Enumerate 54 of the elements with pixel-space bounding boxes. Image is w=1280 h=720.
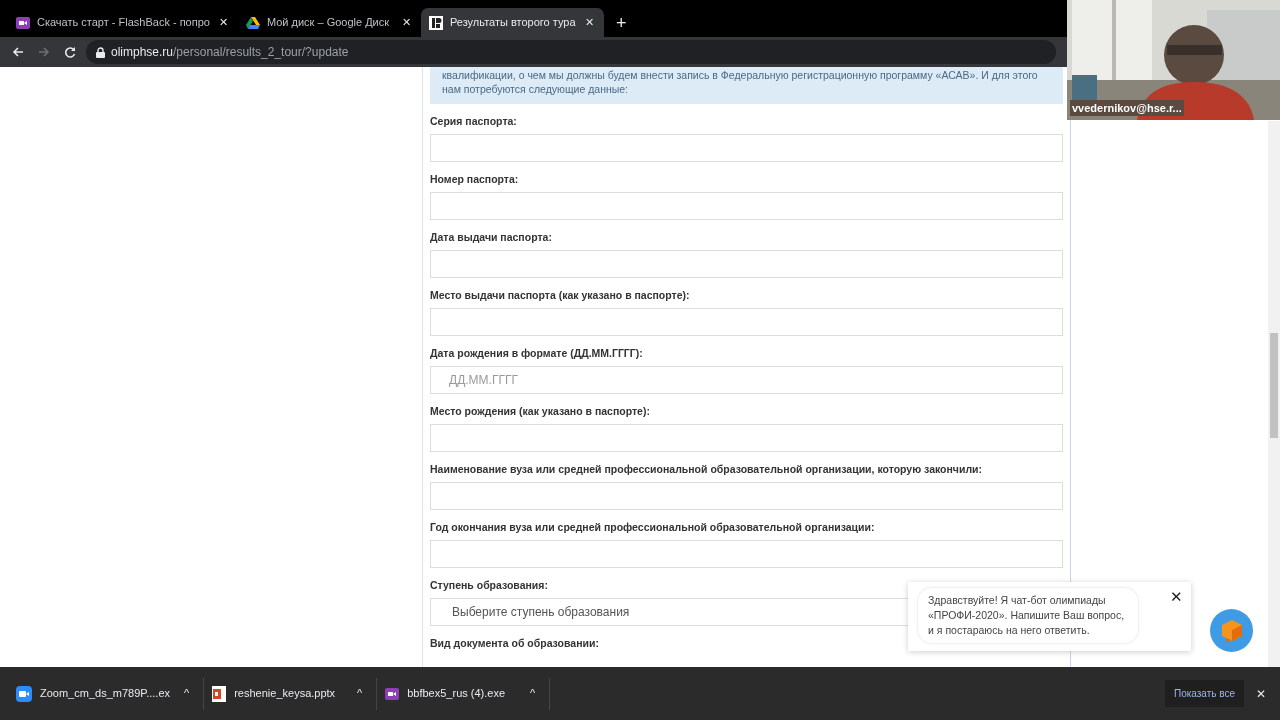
input-field[interactable] — [430, 134, 1063, 162]
field-label: Наименование вуза или средней профессиональной образовательной организации, которую закончили: — [430, 462, 983, 476]
input-field[interactable] — [430, 250, 1063, 278]
caret-button[interactable]: ^ — [524, 684, 542, 703]
input-field[interactable] — [430, 192, 1063, 220]
forward-arrow-icon — [38, 46, 50, 58]
field-label: Номер паспорта: — [430, 172, 519, 186]
address-bar[interactable]: olimphse.ru/personal/results_2_tour/?update — [86, 40, 1056, 64]
input-field[interactable] — [430, 424, 1063, 452]
field-label: Ступень образования: — [430, 578, 548, 592]
download-item[interactable]: Zoom_cm_ds_m789P....ex ^ — [8, 677, 205, 710]
close-button[interactable]: ✕ — [1250, 683, 1272, 704]
field-label: Дата рождения в формате (ДД.ММ.ГГГГ): — [430, 346, 643, 360]
logo-icon — [428, 15, 443, 30]
input-field[interactable]: ДД.ММ.ГГГГ — [430, 366, 1063, 394]
triangle-icon — [245, 16, 260, 29]
file-name: bbfbex5_rus (4).exe — [407, 686, 507, 702]
file-name: reshenie_keysa.pptx — [234, 686, 337, 702]
close-button[interactable]: ✕ — [1170, 586, 1183, 609]
video-camera-icon — [16, 16, 30, 29]
field-label: Год окончания вуза или средней профессиональной образовательной организации: — [430, 520, 875, 534]
caret-button[interactable]: ^ — [351, 684, 369, 703]
reload-icon — [64, 46, 76, 58]
download-item[interactable]: bbfbex5_rus (4).exe ^ — [377, 677, 551, 710]
input-field[interactable] — [430, 308, 1063, 336]
input-field[interactable] — [430, 540, 1063, 568]
scrollbar[interactable] — [1268, 121, 1280, 667]
tab-title: Скачать старт - FlashBack - попро — [37, 15, 210, 31]
tab-title: Результаты второго тура — [449, 15, 576, 31]
chat-button[interactable] — [1210, 609, 1253, 652]
back-arrow-icon — [12, 46, 24, 58]
caret-button[interactable]: ^ — [178, 684, 196, 703]
video-camera-icon — [16, 685, 32, 702]
file-name: Zoom_cm_ds_m789P....ex — [40, 686, 171, 702]
field-label: Место рождения (как указано в паспорте): — [430, 404, 650, 418]
browser-tab[interactable]: Скачать старт - FlashBack - попро ✕ — [8, 8, 238, 37]
browser-tab[interactable]: Мой диск – Google Диск ✕ — [237, 8, 421, 37]
cube-icon — [1220, 618, 1243, 643]
browser-tab[interactable]: Результаты второго тура ✕ — [420, 8, 604, 37]
field-label: Серия паспорта: — [430, 114, 517, 128]
tab-title: Мой диск – Google Диск — [266, 15, 391, 31]
lock-icon — [96, 46, 105, 58]
field-label: Вид документа об образовании: — [430, 636, 599, 650]
field-label: Место выдачи паспорта (как указано в паспорте): — [430, 288, 690, 302]
field-label: Дата выдачи паспорта: — [430, 230, 552, 244]
download-item[interactable]: reshenie_keysa.pptx ^ — [204, 677, 378, 710]
document-icon — [212, 685, 227, 702]
info-notice: квалификации, о чем мы должны будем внести запись в Федеральную регистрационную программу «АСАВ». И для этого нам потребуются следующие данные: — [430, 67, 1063, 104]
scrollbar-thumb[interactable] — [1270, 333, 1278, 438]
input-field[interactable] — [430, 482, 1063, 510]
video-camera-icon — [385, 687, 400, 700]
show-all-button[interactable]: Показать все — [1164, 680, 1244, 707]
new-tab-button[interactable]: + — [609, 13, 633, 33]
url-text: olimphse.ru/personal/results_2_tour/?update — [111, 44, 349, 61]
